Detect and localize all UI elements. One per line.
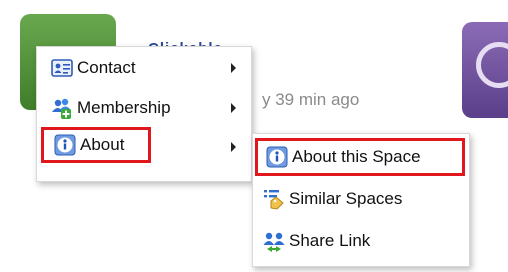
list-tag-icon bbox=[263, 188, 285, 210]
menu-item-contact[interactable]: Contact bbox=[51, 53, 241, 83]
menu-item-share-link[interactable]: Share Link bbox=[263, 226, 463, 256]
menu-item-about-this-space[interactable]: About this Space bbox=[255, 138, 465, 176]
menu-item-label: Similar Spaces bbox=[289, 189, 403, 208]
menu-item-label: Membership bbox=[77, 98, 171, 117]
share-people-icon bbox=[263, 230, 285, 252]
menu-item-label: Share Link bbox=[289, 231, 371, 250]
space-avatar-right bbox=[462, 22, 508, 118]
context-menu: Contact Membership About bbox=[36, 46, 252, 182]
menu-item-label: About bbox=[80, 135, 125, 154]
contact-card-icon bbox=[51, 57, 73, 79]
activity-time: y 39 min ago bbox=[262, 90, 360, 109]
about-submenu: About this Space Similar Spaces Share Li… bbox=[252, 133, 470, 267]
menu-item-label: Contact bbox=[77, 58, 136, 77]
info-icon bbox=[54, 134, 76, 156]
chevron-right-icon bbox=[231, 63, 236, 73]
menu-item-about[interactable]: About bbox=[41, 127, 151, 163]
info-icon bbox=[266, 146, 288, 168]
add-people-icon bbox=[51, 97, 73, 119]
menu-item-similar-spaces[interactable]: Similar Spaces bbox=[263, 184, 463, 214]
chevron-right-icon bbox=[231, 142, 236, 152]
menu-item-membership[interactable]: Membership bbox=[51, 93, 241, 123]
chevron-right-icon bbox=[231, 103, 236, 113]
menu-item-label: About this Space bbox=[292, 147, 421, 166]
